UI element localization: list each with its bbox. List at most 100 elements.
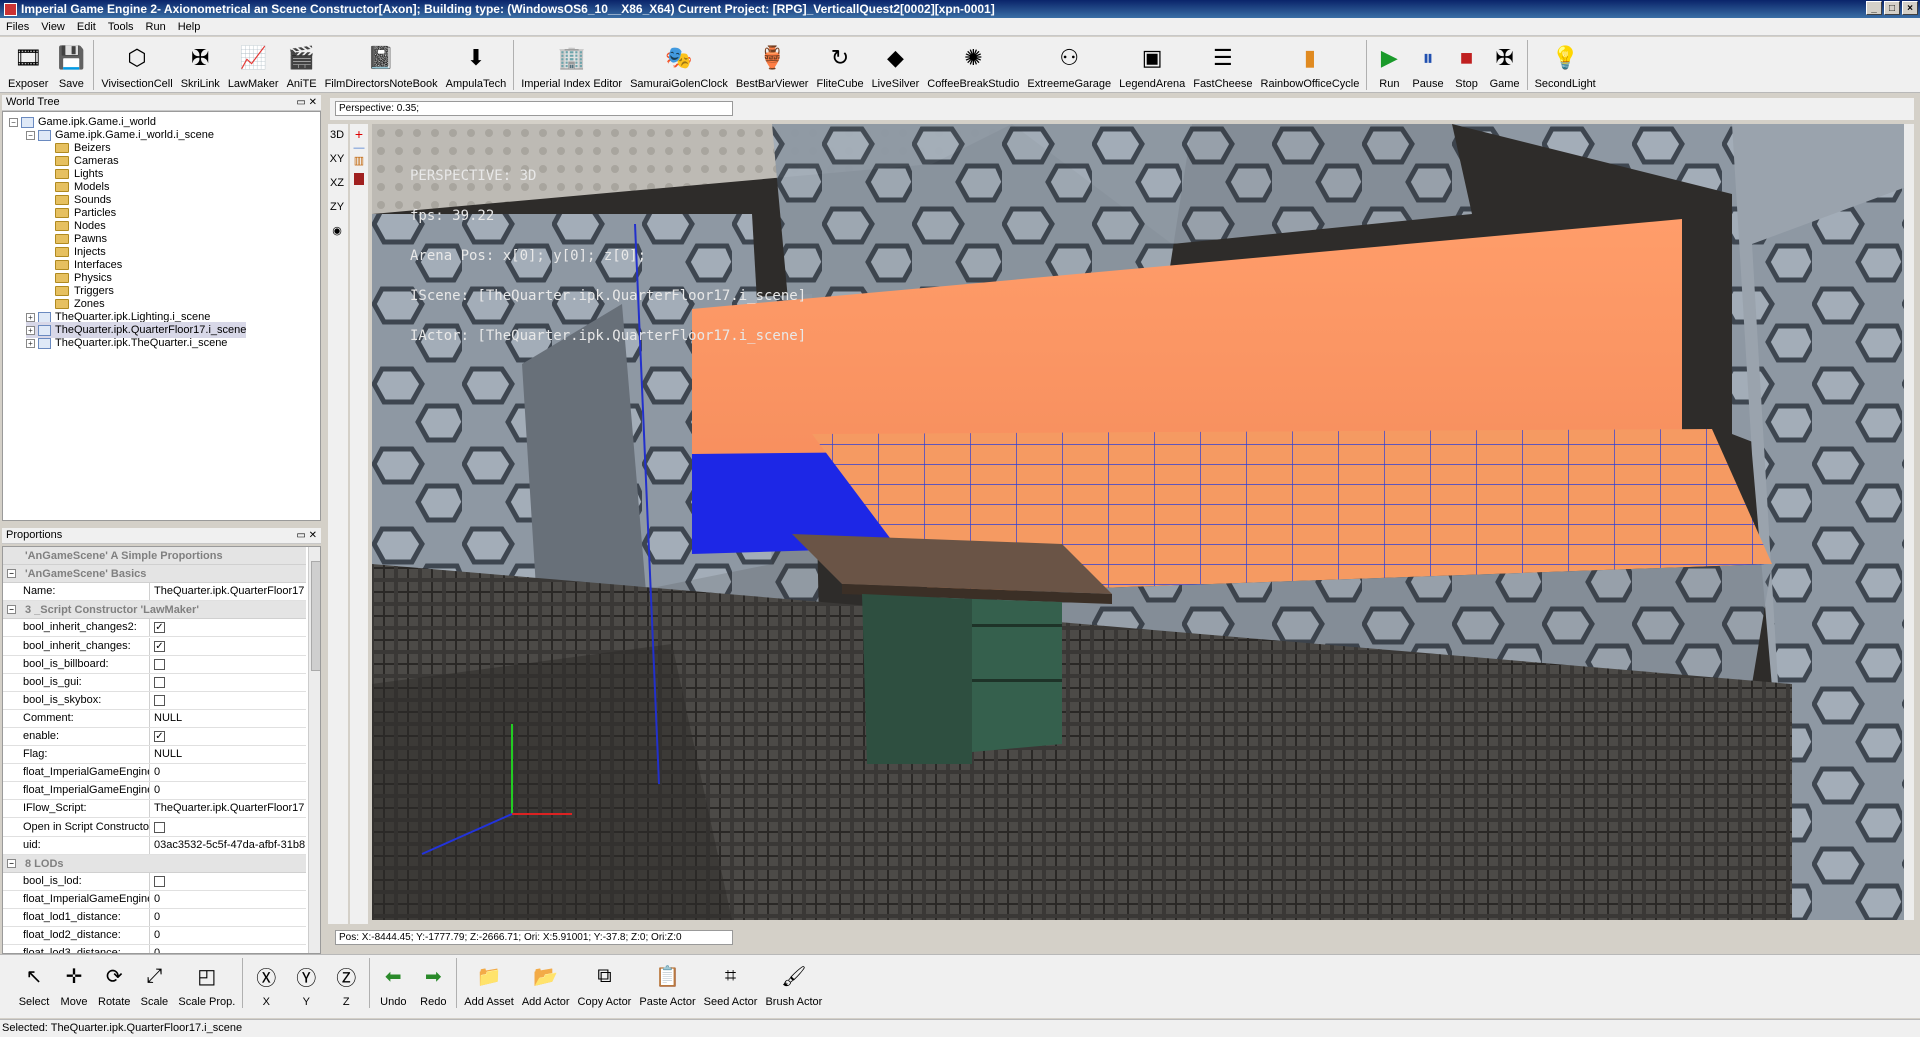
toolbar-save-button[interactable]: 💾 Save bbox=[52, 37, 90, 93]
tool-select-button[interactable]: ↖ Select bbox=[14, 955, 54, 1015]
record-icon[interactable] bbox=[354, 173, 364, 185]
tool-brush-actor-button[interactable]: 🖌 Brush Actor bbox=[761, 955, 826, 1015]
toolbar-run-button[interactable]: ▶ Run bbox=[1370, 37, 1408, 93]
property-value[interactable]: 0 bbox=[150, 927, 306, 944]
menu-files[interactable]: Files bbox=[0, 21, 35, 33]
property-checkbox[interactable] bbox=[154, 821, 165, 833]
toolbar-anite-button[interactable]: 🎬 AniTE bbox=[283, 37, 321, 93]
proportions-scrollbar[interactable] bbox=[308, 547, 320, 953]
property-checkbox[interactable] bbox=[154, 694, 165, 706]
property-value[interactable]: 0 bbox=[150, 764, 306, 781]
menu-tools[interactable]: Tools bbox=[102, 21, 140, 33]
property-group-header[interactable]: 'AnGameScene' A Simple Proportions bbox=[3, 547, 306, 565]
panel-float-close-icon[interactable]: ▭ ✕ bbox=[296, 95, 317, 110]
property-value[interactable]: ✓ bbox=[150, 731, 306, 742]
toolbar-skrilink-button[interactable]: ✠ SkriLink bbox=[177, 37, 224, 93]
minimize-button[interactable]: _ bbox=[1866, 1, 1882, 15]
toolbar-coffeebreakstudio-button[interactable]: ✺ CoffeeBreakStudio bbox=[923, 37, 1023, 93]
tool-seed-actor-button[interactable]: ⌗ Seed Actor bbox=[700, 955, 762, 1015]
tree-expander-icon[interactable]: + bbox=[26, 312, 35, 322]
toolbar-exposer-button[interactable]: 🎞 Exposer bbox=[4, 37, 52, 93]
tool-y-button[interactable]: Ⓨ Y bbox=[286, 955, 326, 1015]
property-value[interactable]: TheQuarter.ipk.QuarterFloor17 bbox=[150, 800, 306, 817]
toolbar-livesilver-button[interactable]: ◆ LiveSilver bbox=[868, 37, 924, 93]
menu-edit[interactable]: Edit bbox=[71, 21, 102, 33]
temple-icon[interactable]: ▥ bbox=[350, 154, 368, 167]
crosshair-icon[interactable]: + bbox=[350, 126, 368, 142]
property-value[interactable]: 0 bbox=[150, 782, 306, 799]
tool-rotate-button[interactable]: ⟳ Rotate bbox=[94, 955, 134, 1015]
toolbar-rainbowofficecycle-button[interactable]: ▮ RainbowOfficeCycle bbox=[1257, 37, 1364, 93]
property-value[interactable] bbox=[150, 676, 306, 688]
group-expander-icon[interactable]: − bbox=[7, 858, 16, 868]
menu-view[interactable]: View bbox=[35, 21, 71, 33]
tree-item[interactable]: + TheQuarter.ipk.TheQuarter.i_scene bbox=[26, 335, 227, 351]
line-icon[interactable]: — bbox=[350, 142, 368, 154]
property-checkbox[interactable] bbox=[154, 658, 165, 670]
property-checkbox[interactable]: ✓ bbox=[154, 731, 165, 742]
property-value[interactable]: NULL bbox=[150, 746, 306, 763]
toolbar-pause-button[interactable]: ⏸ Pause bbox=[1408, 37, 1447, 93]
toolbar-fastcheese-button[interactable]: ☰ FastCheese bbox=[1189, 37, 1256, 93]
tree-expander-icon[interactable]: + bbox=[26, 325, 35, 335]
property-value[interactable]: ✓ bbox=[150, 640, 306, 652]
tool-undo-button[interactable]: ⬅ Undo bbox=[373, 955, 413, 1015]
property-value[interactable]: 0 bbox=[150, 909, 306, 926]
tool-move-button[interactable]: ✛ Move bbox=[54, 955, 94, 1015]
property-value[interactable]: NULL bbox=[150, 710, 306, 727]
property-group-header[interactable]: − 'AnGameScene' Basics bbox=[3, 565, 306, 584]
property-value[interactable]: 0 bbox=[150, 945, 306, 953]
close-button[interactable]: × bbox=[1902, 1, 1918, 15]
property-value[interactable]: TheQuarter.ipk.QuarterFloor17 bbox=[150, 583, 306, 600]
property-value[interactable] bbox=[150, 821, 306, 833]
property-checkbox[interactable]: ✓ bbox=[154, 622, 165, 634]
eye-icon[interactable]: ◉ bbox=[328, 220, 346, 242]
property-value[interactable] bbox=[150, 694, 306, 706]
tool-scale-prop--button[interactable]: ◰ Scale Prop. bbox=[174, 955, 239, 1015]
property-checkbox[interactable]: ✓ bbox=[154, 640, 165, 652]
toolbar-lawmaker-button[interactable]: 📈 LawMaker bbox=[224, 37, 283, 93]
scene-viewport[interactable]: PERSPECTIVE: 3D fps: 39.22 Arena Pos: x[… bbox=[372, 124, 1914, 920]
tool-add-asset-button[interactable]: 📁 Add Asset bbox=[460, 955, 518, 1015]
tree-expander-icon[interactable]: − bbox=[9, 117, 18, 127]
view-3d-button[interactable]: 3D bbox=[328, 124, 346, 146]
toolbar-bestbarviewer-button[interactable]: 🏺 BestBarViewer bbox=[732, 37, 813, 93]
tool-redo-button[interactable]: ➡ Redo bbox=[413, 955, 453, 1015]
property-group-header[interactable]: −8 LODs bbox=[3, 854, 306, 873]
property-value[interactable]: 0 bbox=[150, 891, 306, 908]
group-expander-icon[interactable]: − bbox=[7, 605, 16, 615]
tool-z-button[interactable]: Ⓩ Z bbox=[326, 955, 366, 1015]
property-value[interactable] bbox=[150, 658, 306, 670]
toolbar-filmdirectorsnotebook-button[interactable]: 📓 FilmDirectorsNoteBook bbox=[321, 37, 442, 93]
toolbar-flitecube-button[interactable]: ↻ FliteCube bbox=[812, 37, 867, 93]
viewport-scrollbar[interactable] bbox=[1904, 124, 1914, 920]
toolbar-imperial-index-editor-button[interactable]: 🏢 Imperial Index Editor bbox=[517, 37, 626, 93]
toolbar-stop-button[interactable]: ■ Stop bbox=[1448, 37, 1486, 93]
property-checkbox[interactable] bbox=[154, 676, 165, 688]
maximize-button[interactable]: □ bbox=[1884, 1, 1900, 15]
view-xy-button[interactable]: XY bbox=[328, 148, 346, 170]
property-value[interactable]: 03ac3532-5c5f-47da-afbf-31b8 bbox=[150, 837, 306, 854]
property-value[interactable]: ✓ bbox=[150, 622, 306, 634]
tool-x-button[interactable]: Ⓧ X bbox=[246, 955, 286, 1015]
toolbar-ampulatech-button[interactable]: ⬇ AmpulaTech bbox=[442, 37, 511, 93]
toolbar-extreemegarage-button[interactable]: ⚇ ExtreemeGarage bbox=[1023, 37, 1115, 93]
view-xz-button[interactable]: XZ bbox=[328, 172, 346, 194]
property-value[interactable] bbox=[150, 875, 306, 887]
toolbar-vivisectioncell-button[interactable]: ⬡ VivisectionCell bbox=[97, 37, 176, 93]
tree-expander-icon[interactable]: + bbox=[26, 338, 35, 348]
menu-run[interactable]: Run bbox=[140, 21, 172, 33]
tool-scale-button[interactable]: ⤢ Scale bbox=[134, 955, 174, 1015]
tool-copy-actor-button[interactable]: ⧉ Copy Actor bbox=[574, 955, 636, 1015]
group-expander-icon[interactable]: − bbox=[7, 569, 16, 579]
toolbar-game-button[interactable]: ✠ Game bbox=[1486, 37, 1524, 93]
view-zy-button[interactable]: ZY bbox=[328, 196, 346, 218]
property-checkbox[interactable] bbox=[154, 875, 165, 887]
tool-add-actor-button[interactable]: 📂 Add Actor bbox=[518, 955, 574, 1015]
tree-expander-icon[interactable]: − bbox=[26, 130, 35, 140]
tool-paste-actor-button[interactable]: 📋 Paste Actor bbox=[635, 955, 699, 1015]
property-group-header[interactable]: −3 _Script Constructor 'LawMaker' bbox=[3, 601, 306, 620]
menu-help[interactable]: Help bbox=[172, 21, 207, 33]
perspective-field[interactable]: Perspective: 0.35; bbox=[335, 101, 733, 116]
panel-float-close-icon[interactable]: ▭ ✕ bbox=[296, 528, 317, 543]
